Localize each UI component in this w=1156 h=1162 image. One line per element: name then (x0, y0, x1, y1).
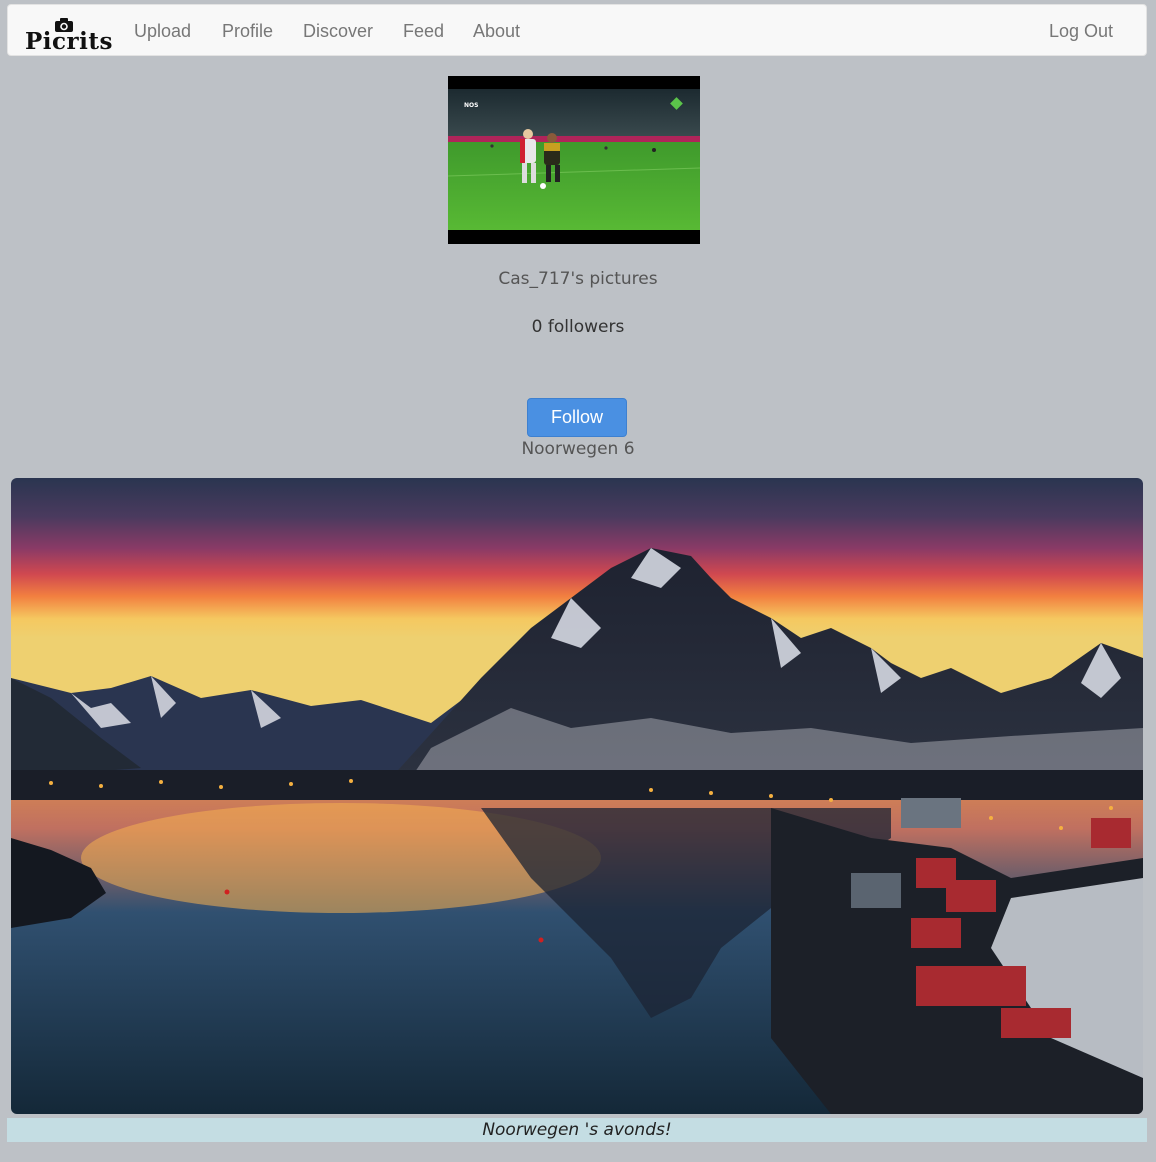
nav-about[interactable]: About (473, 21, 520, 42)
profile-thumbnail[interactable]: NOS (447, 76, 701, 244)
soccer-thumbnail-image: NOS (447, 76, 701, 244)
photo-caption: Noorwegen 's avonds! (7, 1118, 1147, 1142)
pictures-title: Cas_717's pictures (498, 269, 658, 289)
follow-button[interactable]: Follow (527, 398, 627, 437)
nav-feed[interactable]: Feed (403, 21, 444, 42)
nav-upload[interactable]: Upload (134, 21, 191, 42)
logout-link[interactable]: Log Out (1049, 21, 1113, 42)
album-title: Noorwegen 6 (521, 439, 635, 459)
thumbnail-channel-badge: NOS (464, 102, 478, 109)
norway-sunset-photo (11, 478, 1143, 1114)
followers-count: 0 followers (531, 317, 625, 337)
brand-text: Picrits (25, 28, 113, 55)
nav-profile[interactable]: Profile (222, 21, 273, 42)
album-photo[interactable] (11, 478, 1143, 1114)
nav-discover[interactable]: Discover (303, 21, 373, 42)
navbar: Picrits Upload Profile Discover Feed Abo… (7, 4, 1147, 56)
